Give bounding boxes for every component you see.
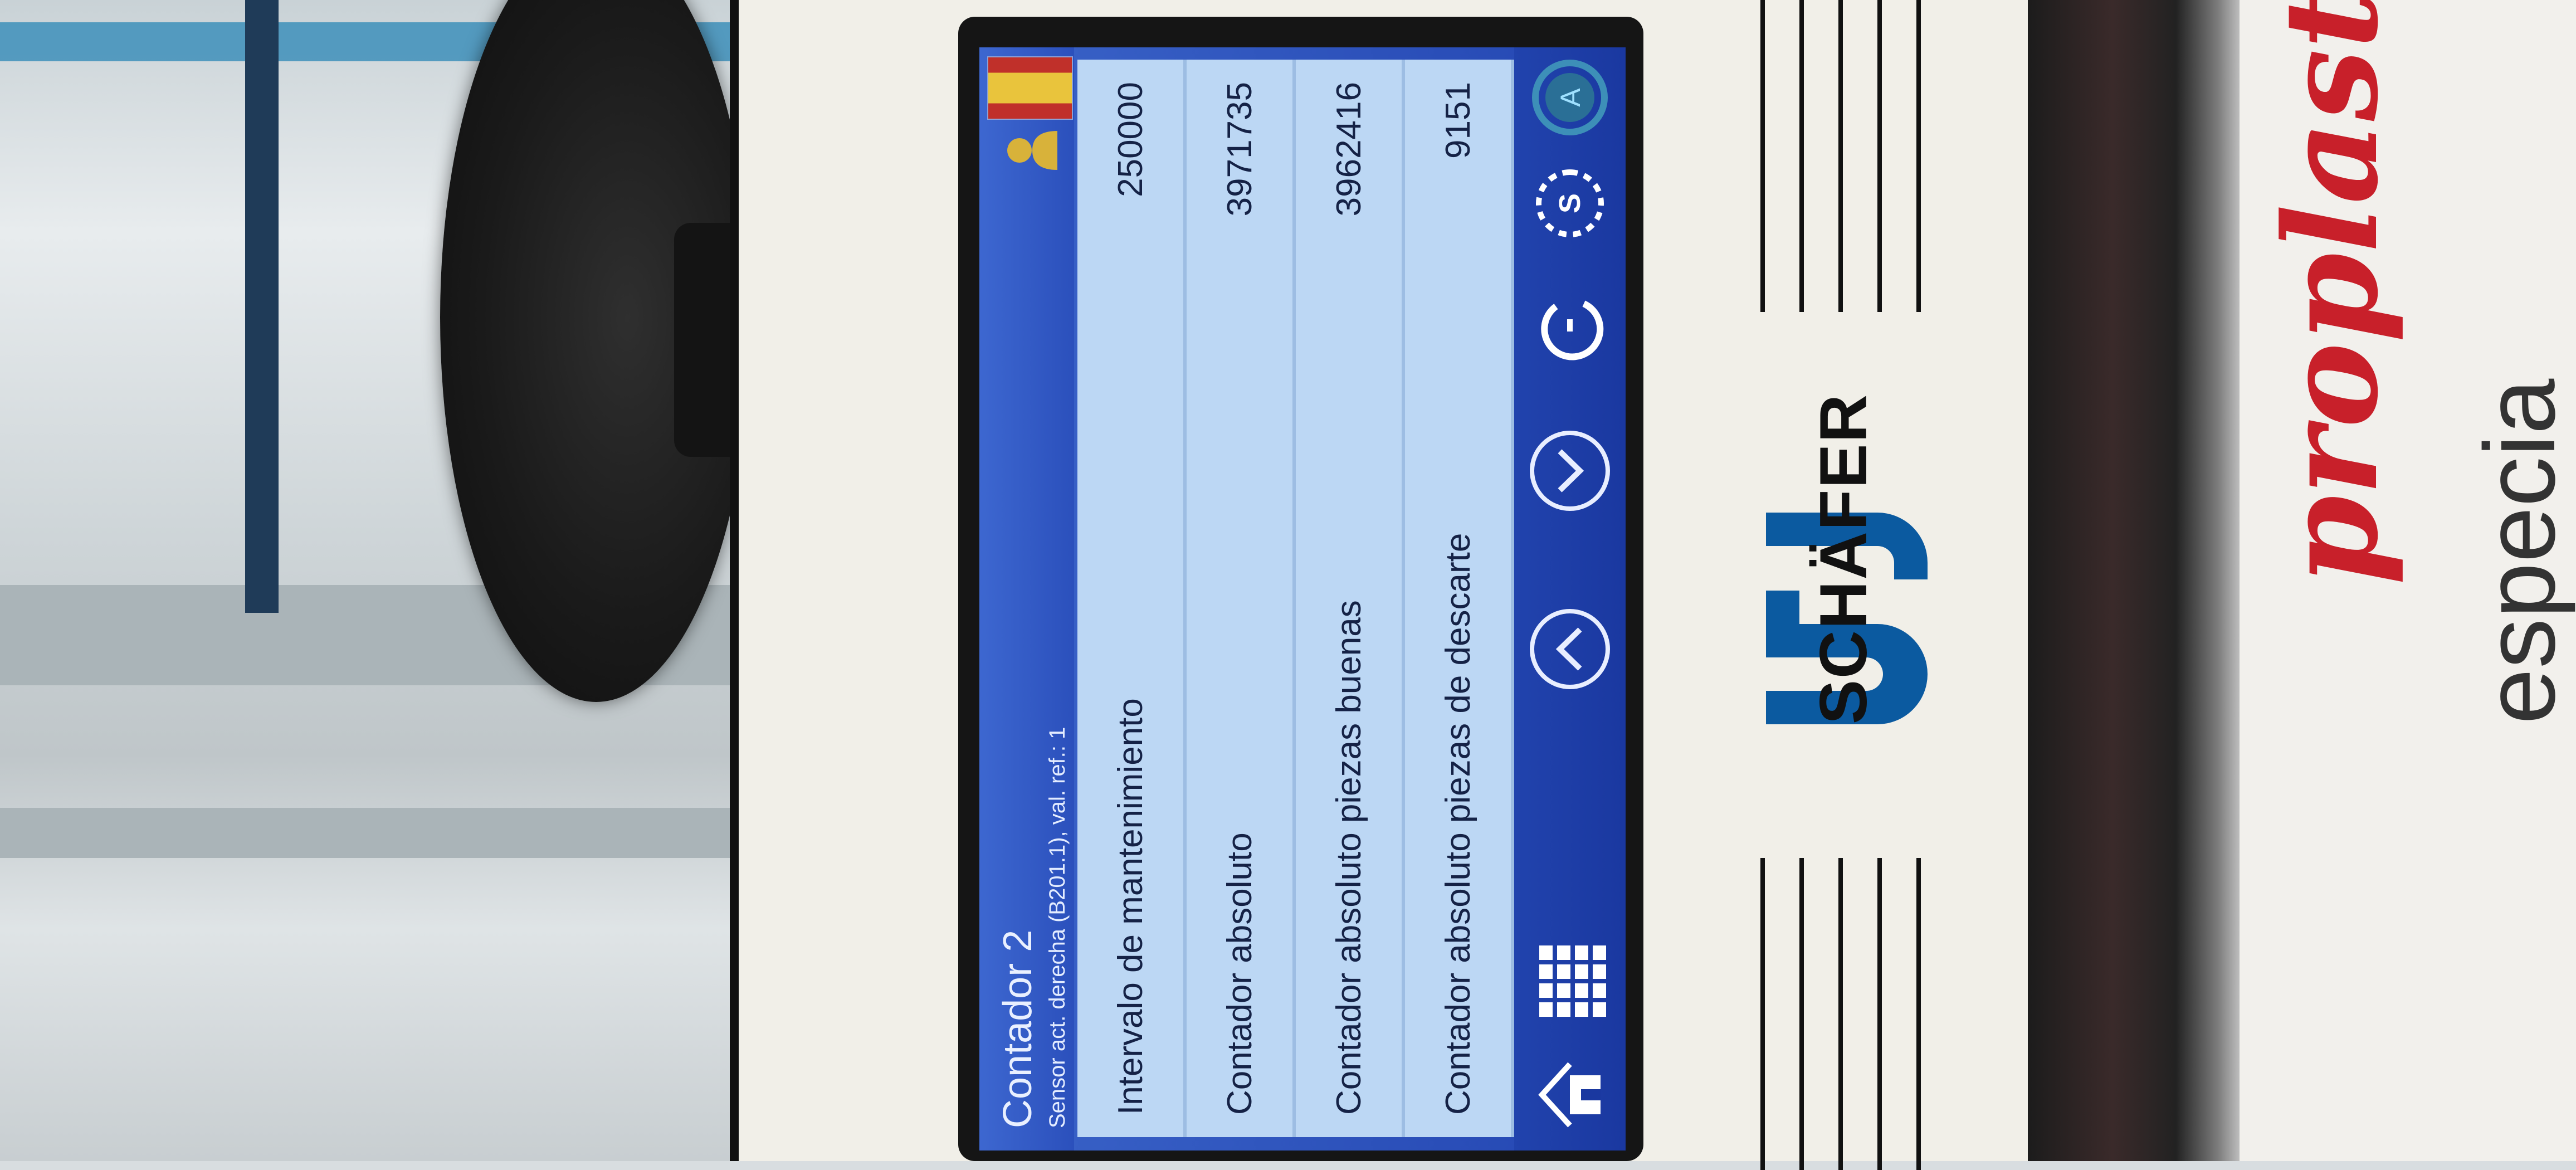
housing-ridges	[1755, 0, 1967, 312]
table-row[interactable]: Intervalo de mantenimiento 250000	[1077, 60, 1187, 1137]
arrow-down-icon[interactable]	[1525, 426, 1614, 515]
counter-value: 3971735	[1221, 82, 1259, 217]
counter-value: 9151	[1439, 82, 1477, 159]
counter-table: Intervalo de mantenimiento 250000 Contad…	[1077, 60, 1514, 1137]
counter-label: Intervalo de mantenimiento	[1111, 698, 1150, 1115]
auto-mode-icon[interactable]: A	[1525, 53, 1614, 142]
background-text: especia	[2464, 378, 2576, 724]
counter-value: 3962416	[1330, 82, 1368, 217]
counter-label: Contador absoluto piezas buenas	[1330, 600, 1368, 1115]
bottom-toolbar: S A	[1514, 47, 1626, 1150]
housing-ridges	[1755, 858, 1967, 1170]
hmi-screen: Contador 2 Sensor act. derecha (B201.1),…	[979, 47, 1626, 1150]
brand-name: SCHÄFER	[1806, 393, 1881, 724]
background-brand-text: proplast	[2256, 0, 2407, 585]
counter-label: Contador absoluto piezas de descarte	[1439, 533, 1477, 1115]
background-column	[245, 0, 279, 613]
service-icon[interactable]: S	[1525, 159, 1614, 248]
table-row[interactable]: Contador absoluto 3971735	[1187, 60, 1296, 1137]
table-row[interactable]: Contador absoluto piezas buenas 3962416	[1296, 60, 1405, 1137]
counter-label: Contador absoluto	[1221, 832, 1259, 1115]
language-flag-icon[interactable]	[987, 56, 1073, 120]
home-icon[interactable]	[1525, 1050, 1614, 1139]
grid-menu-icon[interactable]	[1525, 939, 1614, 1028]
user-icon[interactable]	[1002, 120, 1063, 181]
arrow-up-icon[interactable]	[1525, 604, 1614, 694]
reset-icon[interactable]	[1525, 281, 1614, 370]
page-title: Contador 2	[996, 929, 1040, 1128]
svg-text:A: A	[1555, 88, 1586, 107]
svg-text:S: S	[1553, 193, 1587, 213]
table-row[interactable]: Contador absoluto piezas de descarte 915…	[1405, 60, 1514, 1137]
background-machine	[2028, 0, 2240, 1161]
screen-header: Contador 2 Sensor act. derecha (B201.1),…	[979, 47, 1074, 1150]
counter-value: 250000	[1111, 82, 1150, 197]
page-subtitle: Sensor act. derecha (B201.1), val. ref.:…	[1045, 727, 1070, 1128]
background-beam	[0, 808, 741, 858]
